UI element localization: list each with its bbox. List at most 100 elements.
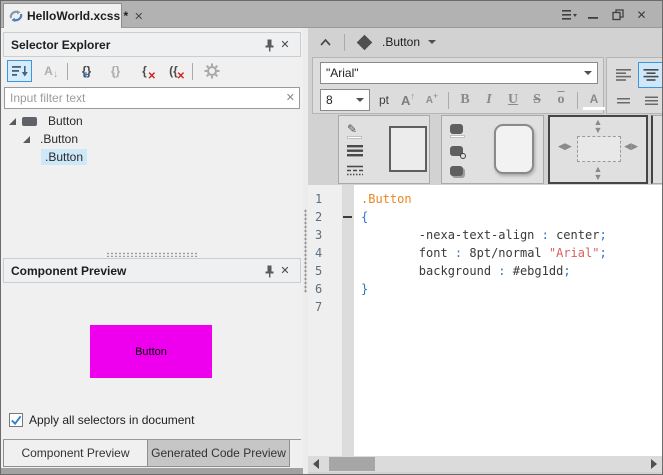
align-center-button[interactable] <box>638 62 663 88</box>
sort-selectors-button[interactable] <box>7 60 32 82</box>
code-line[interactable] <box>354 298 662 316</box>
shadow-icon[interactable] <box>450 161 472 181</box>
toolbar-separator <box>448 92 449 109</box>
tree-expander-icon[interactable] <box>23 136 30 143</box>
line-number: 2 <box>308 208 342 226</box>
code-line[interactable]: } <box>354 280 662 298</box>
code-editor[interactable]: 1234567 .Button{ -nexa-text-align : cent… <box>308 185 662 456</box>
background-color-icon[interactable] <box>450 121 472 141</box>
collapse-toolbar-icon[interactable] <box>316 33 334 51</box>
add-selector-button[interactable]: {} + <box>74 60 99 82</box>
scrollbar-thumb[interactable] <box>329 457 375 471</box>
code-line[interactable]: { <box>354 208 662 226</box>
style-editor-window: HelloWorld.xcss * ✕ ✕ <box>0 0 663 475</box>
minimize-icon[interactable] <box>585 6 602 23</box>
strikethrough-button[interactable]: S <box>526 90 548 110</box>
pin-icon[interactable] <box>261 263 277 279</box>
line-number: 1 <box>308 190 342 208</box>
component-icon <box>22 117 37 126</box>
border-preset-box[interactable]: ✎ <box>338 115 430 184</box>
selector-toolbar-row: .Button <box>308 28 662 56</box>
window-list-icon[interactable] <box>561 6 578 23</box>
delete-all-selectors-button[interactable]: ({ ✕ <box>161 60 186 82</box>
code-lines[interactable]: .Button{ -nexa-text-align : center; font… <box>354 185 662 456</box>
fold-margin <box>342 185 354 456</box>
bold-button[interactable]: B <box>454 90 476 110</box>
close-icon[interactable]: ✕ <box>633 6 650 23</box>
scroll-right-icon[interactable] <box>646 456 662 472</box>
border-color-icon[interactable]: ✎ <box>347 121 369 141</box>
color-swatch <box>347 136 362 139</box>
fold-marker-icon[interactable] <box>343 216 352 218</box>
preview-button[interactable]: Button <box>90 325 212 378</box>
insert-selector-button[interactable]: {} ↓ <box>103 60 128 82</box>
alphabetical-sort-button[interactable]: A ↓ <box>36 60 61 82</box>
valign-top-button[interactable] <box>613 94 635 108</box>
border-width-icon[interactable] <box>347 141 369 161</box>
selector-diamond-icon <box>357 34 373 50</box>
border-preview <box>389 126 427 172</box>
apply-selectors-label: Apply all selectors in document <box>29 413 194 427</box>
fold-cell <box>342 298 354 316</box>
clipped-preset-box[interactable] <box>651 115 663 184</box>
tree-expander-icon[interactable] <box>9 118 16 125</box>
spacing-preset-box[interactable]: ▲▼ ◀▶ ◀▶ ▲▼ <box>548 115 648 184</box>
text-align-group <box>606 57 663 114</box>
tree-item-label: .Button <box>41 149 87 165</box>
delete-selector-button[interactable]: { ✕ <box>132 60 157 82</box>
selector-dropdown-caret-icon[interactable] <box>428 40 436 44</box>
expand-right-icon: ▶ <box>631 141 638 151</box>
apply-selectors-checkbox[interactable] <box>9 413 23 427</box>
tab-component-preview[interactable]: Component Preview <box>3 440 148 467</box>
alpha-sort-glyph: A <box>44 64 53 78</box>
document-tab-close-icon[interactable]: ✕ <box>134 10 143 23</box>
tree-item[interactable]: .Button <box>3 148 301 166</box>
filter-box: ✕ <box>4 87 300 109</box>
horizontal-scrollbar[interactable] <box>308 456 662 472</box>
toolbar-separator <box>344 34 345 51</box>
align-left-button[interactable] <box>613 65 635 85</box>
grow-font-button[interactable]: A ↑ <box>397 90 419 110</box>
filter-clear-icon[interactable]: ✕ <box>286 91 295 104</box>
valign-middle-button[interactable] <box>641 94 663 108</box>
font-color-button[interactable]: A <box>583 90 605 110</box>
shrink-font-button[interactable]: A + <box>421 90 443 110</box>
border-style-icon[interactable] <box>347 161 369 181</box>
code-line[interactable]: .Button <box>354 190 662 208</box>
restore-icon[interactable] <box>609 6 626 23</box>
filter-input[interactable] <box>4 87 300 109</box>
scroll-left-icon[interactable] <box>308 456 324 472</box>
code-line[interactable]: font : 8pt/normal "Arial"; <box>354 244 662 262</box>
xcss-file-icon <box>9 9 23 23</box>
panel-close-icon[interactable]: ✕ <box>277 37 293 53</box>
background-preset-box[interactable] <box>441 115 544 184</box>
italic-button[interactable]: I <box>478 90 500 110</box>
settings-gear-icon[interactable] <box>199 60 224 82</box>
background-preview <box>494 124 534 174</box>
selector-tree[interactable]: Button.Button.Button <box>3 112 301 250</box>
code-line[interactable]: background : #ebg1dd; <box>354 262 662 280</box>
tree-item[interactable]: Button <box>3 112 301 130</box>
selector-explorer-title: Selector Explorer <box>11 38 261 52</box>
line-number: 7 <box>308 298 342 316</box>
font-family-select[interactable]: "Arial" <box>320 62 598 84</box>
panel-splitter[interactable] <box>1 250 303 258</box>
preview-tab-bar: Component Preview Generated Code Preview <box>3 440 301 468</box>
tree-item[interactable]: .Button <box>3 130 301 148</box>
tab-generated-code-preview[interactable]: Generated Code Preview <box>147 440 290 467</box>
font-size-select[interactable]: 8 <box>320 89 370 111</box>
component-preview-title: Component Preview <box>11 264 261 278</box>
pin-icon[interactable] <box>261 37 277 53</box>
font-family-value: "Arial" <box>321 66 584 80</box>
current-selector-label: .Button <box>382 35 420 49</box>
underline-button[interactable]: U <box>502 90 524 110</box>
panel-close-icon[interactable]: ✕ <box>277 263 293 279</box>
code-line[interactable]: -nexa-text-align : center; <box>354 226 662 244</box>
overline-button[interactable]: o <box>550 90 572 110</box>
gradation-icon[interactable] <box>450 141 472 161</box>
color-swatch <box>450 135 465 138</box>
content-area-preview <box>577 136 621 162</box>
document-tab[interactable]: HelloWorld.xcss * ✕ <box>3 3 122 28</box>
fold-cell[interactable] <box>342 208 354 226</box>
tree-item-label: Button <box>44 113 87 129</box>
